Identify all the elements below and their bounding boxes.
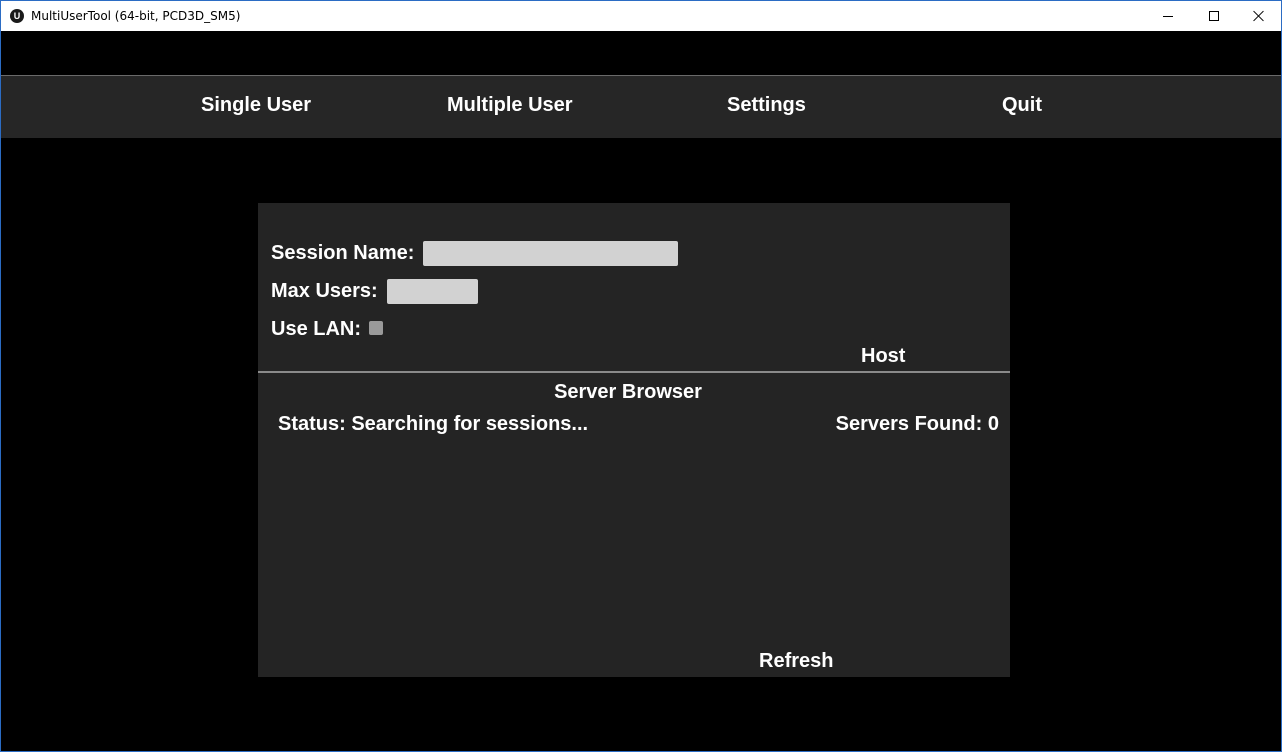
minimize-button[interactable] bbox=[1145, 1, 1191, 31]
search-status-text: Status: Searching for sessions... bbox=[278, 413, 589, 435]
maximize-button[interactable] bbox=[1191, 1, 1237, 31]
title-bar[interactable]: U MultiUserTool (64-bit, PCD3D_SM5) bbox=[1, 1, 1281, 31]
nav-multiple-user-button[interactable]: Multiple User bbox=[447, 94, 573, 117]
server-list bbox=[271, 445, 997, 641]
multi-user-panel: Session Name: Max Users: Use LAN: Host S… bbox=[258, 203, 1010, 677]
section-divider bbox=[258, 371, 1010, 373]
max-users-label: Max Users: bbox=[271, 280, 378, 302]
nav-settings-button[interactable]: Settings bbox=[727, 94, 806, 117]
app-window: U MultiUserTool (64-bit, PCD3D_SM5) Sing… bbox=[0, 0, 1282, 752]
host-button[interactable]: Host bbox=[861, 345, 905, 368]
unreal-engine-icon: U bbox=[10, 9, 24, 23]
servers-found-count: Servers Found: 0 bbox=[835, 413, 999, 435]
maximize-icon bbox=[1209, 11, 1219, 21]
use-lan-checkbox[interactable] bbox=[369, 321, 383, 335]
use-lan-label: Use LAN: bbox=[271, 318, 362, 340]
session-name-input[interactable] bbox=[423, 241, 678, 266]
refresh-button[interactable]: Refresh bbox=[759, 650, 833, 673]
session-name-label: Session Name: bbox=[271, 242, 415, 264]
nav-quit-button[interactable]: Quit bbox=[1002, 94, 1042, 117]
close-icon bbox=[1253, 10, 1265, 22]
main-menu-bar: Single User Multiple User Settings Quit bbox=[1, 75, 1281, 138]
max-users-input[interactable] bbox=[387, 279, 478, 304]
minimize-icon bbox=[1163, 15, 1173, 17]
server-browser-title: Server Browser bbox=[554, 381, 702, 403]
nav-single-user-button[interactable]: Single User bbox=[201, 94, 311, 117]
close-button[interactable] bbox=[1236, 1, 1281, 31]
window-title: MultiUserTool (64-bit, PCD3D_SM5) bbox=[31, 9, 241, 23]
